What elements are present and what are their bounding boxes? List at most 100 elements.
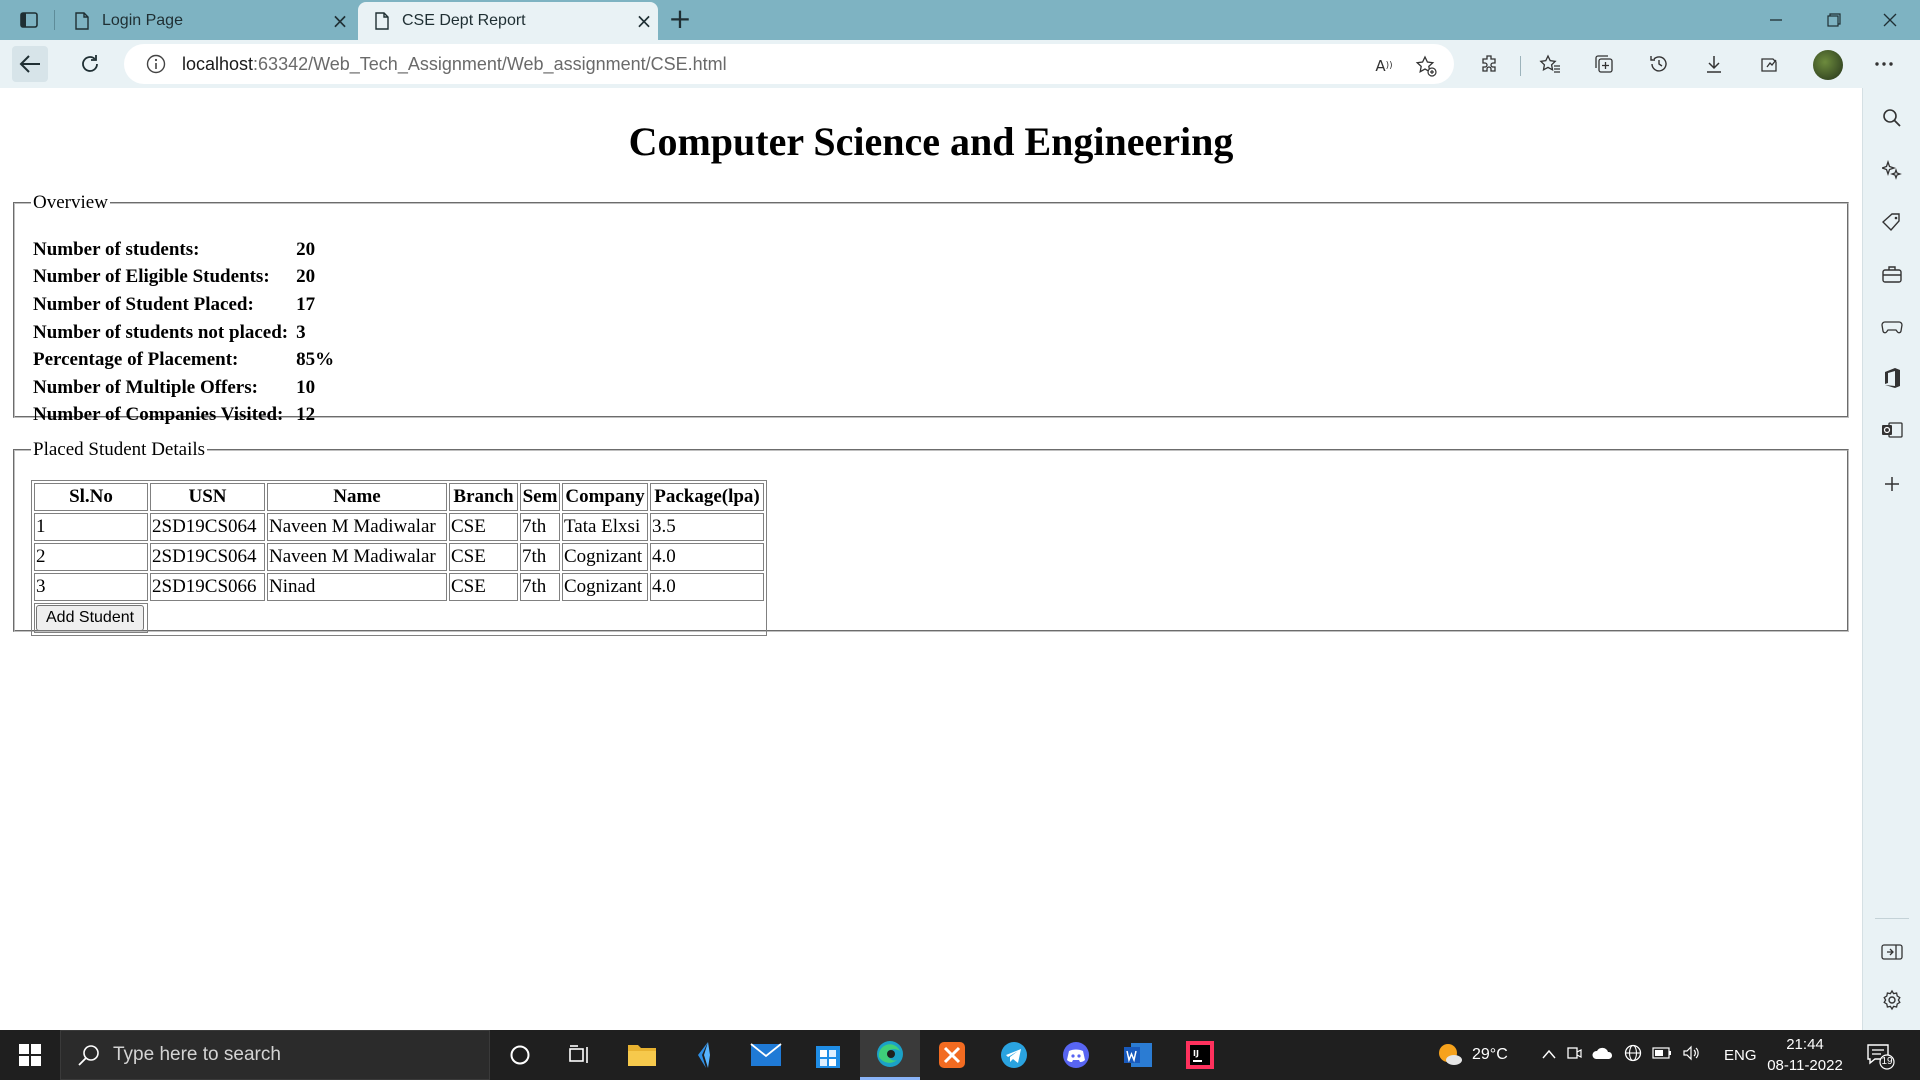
stat-label: Number of Student Placed: [33, 293, 254, 315]
close-icon[interactable]: × [630, 9, 658, 33]
back-button[interactable] [12, 46, 48, 82]
games-icon[interactable] [1880, 314, 1904, 338]
tab-title: Login Page [102, 12, 183, 29]
search-icon [78, 1045, 99, 1066]
close-window-icon[interactable] [1862, 0, 1918, 40]
stat-row: Number of Student Placed: 17 [33, 291, 340, 319]
edge-icon[interactable] [860, 1030, 920, 1080]
taskbar-search-box[interactable]: Type here to search [60, 1030, 490, 1080]
column-header: USN [150, 483, 265, 511]
table-cell: CSE [449, 543, 518, 571]
table-cell: 2 [34, 543, 148, 571]
add-student-button[interactable]: Add Student [36, 605, 145, 631]
weather-widget[interactable]: 29°C [1436, 1030, 1508, 1080]
windows-start-icon[interactable] [0, 1030, 60, 1080]
settings-icon[interactable] [1880, 988, 1904, 1012]
table-cell: 3.5 [650, 513, 764, 541]
volume-icon[interactable] [1682, 1045, 1702, 1066]
taskbar-clock[interactable]: 21:44 08-11-2022 [1760, 1034, 1850, 1076]
stat-row: Number of students not placed: 3 [33, 319, 340, 347]
stat-label: Number of students: [33, 238, 200, 260]
column-header: Branch [449, 483, 518, 511]
more-icon[interactable] [1870, 50, 1898, 78]
table-row: Add Student [34, 603, 764, 633]
tab-title: CSE Dept Report [402, 12, 526, 29]
add-favorite-icon[interactable] [1412, 52, 1440, 80]
url-text[interactable]: localhost:63342/Web_Tech_Assignment/Web_… [182, 54, 727, 75]
copilot-icon[interactable] [1880, 158, 1904, 182]
url-host: localhost [182, 53, 254, 74]
telegram-icon[interactable] [984, 1030, 1044, 1080]
collections-icon[interactable] [1590, 50, 1618, 78]
column-header: Sl.No [34, 483, 148, 511]
cortana-icon[interactable] [490, 1030, 550, 1080]
download-icon[interactable] [1700, 50, 1728, 78]
tab-login-page[interactable]: Login Page × [58, 2, 354, 40]
plus-icon[interactable]: + [664, 4, 696, 36]
notification-center-icon[interactable]: 19 [1866, 1042, 1896, 1070]
hide-sidebar-icon[interactable] [1880, 940, 1904, 964]
visual-studio-icon[interactable] [674, 1030, 734, 1080]
placed-students-fieldset: Placed Student Details Sl.No USN Name Br… [13, 439, 1849, 636]
performance-icon[interactable] [1755, 50, 1783, 78]
favorites-icon[interactable] [1536, 50, 1564, 78]
clock-time: 21:44 [1786, 1036, 1824, 1053]
stat-label: Number of students not placed: [33, 321, 289, 343]
clock-date: 08-11-2022 [1767, 1057, 1843, 1074]
table-row: 2 2SD19CS064 Naveen M Madiwalar CSE 7th … [34, 543, 764, 571]
add-icon[interactable] [1880, 472, 1904, 496]
language-indicator[interactable]: ENG [1724, 1030, 1757, 1080]
notification-count: 19 [1881, 1056, 1893, 1067]
info-icon[interactable] [146, 54, 166, 74]
shopping-tag-icon[interactable] [1880, 210, 1904, 234]
task-view-icon[interactable] [550, 1030, 610, 1080]
network-icon[interactable] [1624, 1044, 1642, 1067]
table-cell: Add Student [34, 603, 148, 633]
intellij-icon[interactable]: IJ [1170, 1030, 1230, 1080]
discord-icon[interactable] [1046, 1030, 1106, 1080]
page-content: Computer Science and Engineering Overvie… [0, 88, 1862, 1030]
table-cell: 4.0 [650, 573, 764, 601]
search-icon[interactable] [1880, 106, 1904, 130]
refresh-button[interactable] [72, 46, 108, 82]
profile-avatar[interactable] [1813, 50, 1843, 80]
table-row: 3 2SD19CS066 Ninad CSE 7th Cognizant 4.0 [34, 573, 764, 601]
minimize-icon[interactable] [1748, 0, 1804, 40]
store-icon[interactable] [798, 1030, 858, 1080]
overview-legend: Overview [33, 192, 108, 213]
stat-value: 20 [296, 266, 316, 288]
battery-icon[interactable] [1652, 1046, 1672, 1064]
extensions-icon[interactable] [1476, 50, 1504, 78]
windows-taskbar: Type here to search IJ 29°C ENG 21:44 08… [0, 1030, 1920, 1080]
refresh-icon [82, 55, 98, 72]
meet-now-icon[interactable] [1566, 1045, 1582, 1066]
stat-label: Number of Multiple Offers: [33, 376, 258, 398]
tab-actions-icon[interactable] [14, 8, 44, 32]
table-cell: 4.0 [650, 543, 764, 571]
history-icon[interactable] [1645, 50, 1673, 78]
mail-icon[interactable] [736, 1030, 796, 1080]
table-row: 1 2SD19CS064 Naveen M Madiwalar CSE 7th … [34, 513, 764, 541]
stat-row: Number of Companies Visited: 12 [33, 402, 340, 430]
restore-icon[interactable] [1806, 0, 1862, 40]
svg-text:IJ: IJ [1193, 1049, 1199, 1058]
tools-icon[interactable] [1880, 262, 1904, 286]
close-icon[interactable]: × [326, 9, 354, 33]
stat-row: Number of Eligible Students: 20 [33, 264, 340, 292]
back-arrow-icon [19, 55, 40, 73]
stat-value: 12 [296, 404, 316, 426]
table-cell: 2SD19CS064 [150, 543, 265, 571]
tab-cse-dept-report[interactable]: CSE Dept Report × [358, 2, 658, 40]
file-explorer-icon[interactable] [612, 1030, 672, 1080]
onedrive-icon[interactable] [1592, 1046, 1614, 1065]
xampp-icon[interactable] [922, 1030, 982, 1080]
outlook-icon[interactable] [1880, 418, 1904, 442]
read-aloud-label: A [1375, 57, 1386, 75]
read-aloud-icon[interactable]: A)) [1370, 52, 1398, 80]
office-icon[interactable] [1880, 366, 1904, 390]
address-bar[interactable]: localhost:63342/Web_Tech_Assignment/Web_… [124, 44, 1454, 84]
stat-row: Number of students: 20 [33, 236, 340, 264]
chevron-up-icon[interactable] [1542, 1046, 1556, 1064]
tab-separator [54, 10, 55, 30]
word-icon[interactable] [1108, 1030, 1168, 1080]
